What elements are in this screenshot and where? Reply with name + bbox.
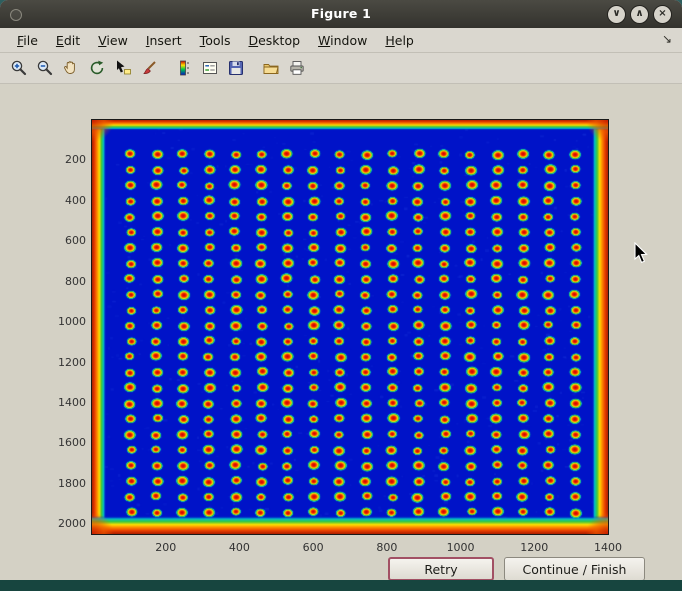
print-icon[interactable] (285, 56, 309, 80)
y-tick-label: 600 (44, 234, 86, 247)
rotate-3d-icon[interactable] (85, 56, 109, 80)
menu-window[interactable]: Window (309, 30, 376, 51)
toolbar (0, 53, 682, 84)
y-tick-label: 1600 (44, 436, 86, 449)
toolbar-separator (162, 56, 171, 80)
x-tick-label: 1000 (439, 541, 483, 554)
x-tick-label: 200 (144, 541, 188, 554)
menu-help[interactable]: Help (376, 30, 423, 51)
menu-view[interactable]: View (89, 30, 137, 51)
continue-finish-button[interactable]: Continue / Finish (504, 557, 645, 581)
open-folder-icon[interactable] (259, 56, 283, 80)
maximize-button[interactable]: ∧ (630, 5, 649, 24)
x-tick-label: 400 (217, 541, 261, 554)
heatmap-canvas[interactable] (92, 120, 608, 534)
menu-edit[interactable]: Edit (47, 30, 89, 51)
figure-content: Retry Continue / Finish 200 400 600 800 1000… (0, 84, 682, 581)
x-tick-label: 800 (365, 541, 409, 554)
menu-bar: File Edit View Insert Tools Desktop Wind… (0, 28, 682, 53)
minimize-button[interactable]: ∨ (607, 5, 626, 24)
y-tick-label: 800 (44, 275, 86, 288)
pan-hand-icon[interactable] (59, 56, 83, 80)
y-tick-label: 1000 (44, 315, 86, 328)
data-cursor-icon[interactable] (111, 56, 135, 80)
x-tick-label: 600 (291, 541, 335, 554)
y-tick-label: 1200 (44, 356, 86, 369)
figure-window: Figure 1 ∨ ∧ × File Edit View Insert Too… (0, 0, 682, 580)
insert-colorbar-icon[interactable] (172, 56, 196, 80)
title-bar: Figure 1 ∨ ∧ × (0, 0, 682, 28)
toolbar-separator (249, 56, 258, 80)
save-icon[interactable] (224, 56, 248, 80)
axes-frame (91, 119, 609, 535)
y-tick-label: 1400 (44, 396, 86, 409)
menu-tools[interactable]: Tools (191, 30, 240, 51)
retry-button[interactable]: Retry (388, 557, 494, 581)
menu-insert[interactable]: Insert (137, 30, 191, 51)
zoom-out-icon[interactable] (33, 56, 57, 80)
insert-legend-icon[interactable] (198, 56, 222, 80)
x-tick-label: 1400 (586, 541, 630, 554)
menu-file[interactable]: File (8, 30, 47, 51)
brush-icon[interactable] (137, 56, 161, 80)
dock-arrow-icon[interactable]: ↘ (662, 32, 672, 46)
close-button[interactable]: × (653, 5, 672, 24)
x-tick-label: 1200 (512, 541, 556, 554)
window-title: Figure 1 (0, 6, 682, 21)
menu-desktop[interactable]: Desktop (239, 30, 309, 51)
desktop-strip (0, 580, 682, 591)
zoom-in-icon[interactable] (7, 56, 31, 80)
y-tick-label: 2000 (44, 517, 86, 530)
y-tick-label: 1800 (44, 477, 86, 490)
y-tick-label: 400 (44, 194, 86, 207)
y-tick-label: 200 (44, 153, 86, 166)
